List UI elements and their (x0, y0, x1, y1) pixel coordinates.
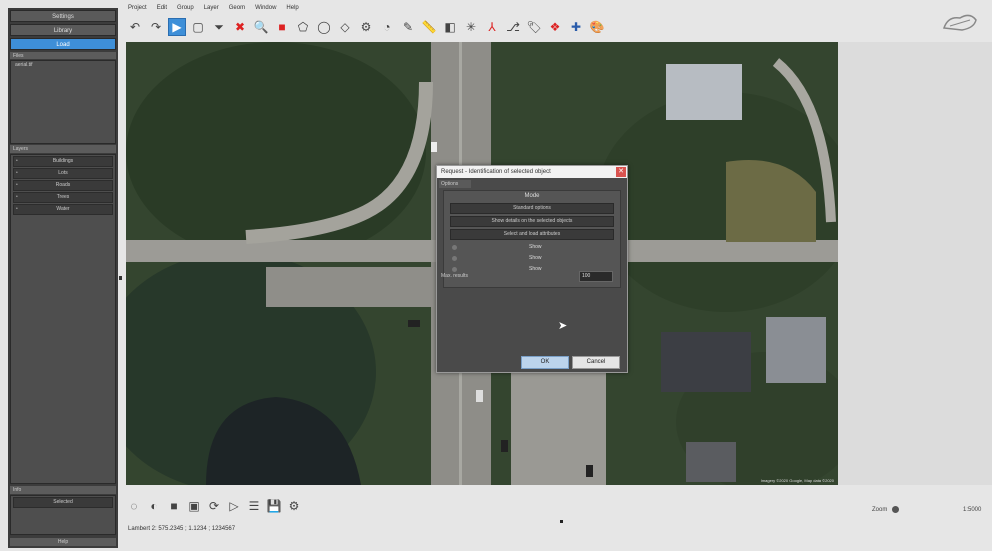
main-toolbar: ↶ ↷ ▶ ▢ ⏷ ✖ 🔍 ■ ⬠ ◯ ◇ ⚙ ◔ ✎ 📏 ◧ ✳ ⅄ ⎇ 🏷 ❖ ✚ 🎨 (126, 16, 606, 38)
menu-help[interactable]: Help (286, 5, 298, 15)
map-attribution: Imagery ©2020 Google, Map data ©2020 (760, 478, 834, 483)
mouse-cursor-icon: ➤ (558, 320, 568, 332)
radio-icon[interactable] (452, 256, 457, 261)
standard-options-button[interactable]: Standard options (450, 203, 614, 214)
menu-group[interactable]: Group (177, 5, 194, 15)
left-panel: Settings Library Load Files aerial.tif L… (8, 8, 118, 548)
bottom-toolbar: ◌ ◐ ■ ▣ ⟳ ▷ ☰ 💾 ⚙ (126, 494, 302, 518)
dialog-title: Request - Identification of selected obj… (441, 169, 551, 175)
scale-readout: 1:5000 (963, 507, 982, 513)
max-results-row: Max. results 100 (441, 270, 621, 282)
tag-icon[interactable]: 🏷 (525, 18, 543, 36)
bullet-icon: • (16, 170, 18, 176)
layer-item[interactable]: • Buildings (13, 156, 113, 167)
files-list[interactable]: aerial.tif (10, 60, 116, 144)
rectangle-select-icon[interactable]: ▢ (189, 18, 207, 36)
center-marker (560, 520, 563, 523)
menu-window[interactable]: Window (255, 5, 276, 15)
layer-item[interactable]: • Roads (13, 180, 113, 191)
settings-icon[interactable]: ⚙ (286, 498, 302, 514)
ruler-icon[interactable]: 📏 (420, 18, 438, 36)
bullet-icon: • (16, 182, 18, 188)
help-footer[interactable]: Help (10, 538, 116, 546)
globe-icon[interactable]: ◐ (146, 498, 162, 514)
undo-icon[interactable]: ↶ (126, 18, 144, 36)
close-icon[interactable]: ✕ (616, 167, 626, 177)
radio-option[interactable]: Show (444, 242, 620, 253)
tab-options[interactable]: Options (439, 180, 471, 188)
panel-splitter[interactable] (119, 276, 122, 280)
pdf-export-icon[interactable]: ⅄ (483, 18, 501, 36)
app-logo (940, 8, 980, 36)
select-attributes-button[interactable]: Select and load attributes (450, 229, 614, 240)
zoom-icon[interactable]: 🔍 (252, 18, 270, 36)
files-header: Files (10, 52, 116, 59)
gear-tool-icon[interactable]: ⚙ (357, 18, 375, 36)
selected-button[interactable]: Selected (13, 497, 113, 508)
group-title: Mode (524, 193, 540, 199)
layers-list[interactable]: • Buildings • Lots • Roads • Trees • Water (10, 154, 116, 484)
layers-header: Layers (10, 145, 116, 153)
layer-item[interactable]: • Water (13, 204, 113, 215)
radio-icon[interactable] (452, 245, 457, 250)
bullet-icon: • (16, 158, 18, 164)
file-item[interactable]: aerial.tif (11, 61, 115, 69)
coordinates-status: Lambert 2: 575.2345 ; 1.1234 ; 1234567 (128, 526, 236, 532)
split-icon[interactable]: ◧ (441, 18, 459, 36)
refresh-icon[interactable]: ⟳ (206, 498, 222, 514)
max-results-label: Max. results (441, 273, 468, 279)
logo-icon (942, 14, 977, 31)
clock-tool-icon[interactable]: ◔ (378, 18, 396, 36)
polygon-icon[interactable]: ⬠ (294, 18, 312, 36)
info-panel: Selected (10, 495, 116, 535)
list-icon[interactable]: ☰ (246, 498, 262, 514)
node-icon[interactable]: ✳ (462, 18, 480, 36)
menu-project[interactable]: Project (128, 5, 147, 15)
max-results-input[interactable]: 100 (579, 271, 613, 282)
cancel-button[interactable]: Cancel (572, 356, 620, 369)
bullet-icon: • (16, 194, 18, 200)
zoom-indicator-icon[interactable] (892, 506, 899, 513)
play-icon[interactable]: ▷ (226, 498, 242, 514)
circle-tool-icon[interactable]: ◯ (315, 18, 333, 36)
menu-layer[interactable]: Layer (204, 5, 219, 15)
stop-icon[interactable]: ■ (273, 18, 291, 36)
right-panel (838, 42, 992, 485)
show-details-button[interactable]: Show details on the selected objects (450, 216, 614, 227)
menu-edit[interactable]: Edit (157, 5, 167, 15)
save-icon[interactable]: 💾 (266, 498, 282, 514)
menu-bar: Project Edit Group Layer Geom Window Hel… (128, 5, 299, 15)
menu-geom[interactable]: Geom (229, 5, 245, 15)
settings-button[interactable]: Settings (10, 10, 116, 22)
draw-line-icon[interactable]: ✎ (399, 18, 417, 36)
layer-item[interactable]: • Lots (13, 168, 113, 179)
load-button[interactable]: Load (10, 38, 116, 50)
radio-option[interactable]: Show (444, 253, 620, 264)
bullet-icon: • (16, 206, 18, 212)
info-header: Info (10, 486, 116, 494)
branch-icon[interactable]: ⎇ (504, 18, 522, 36)
layers-icon[interactable]: ❖ (546, 18, 564, 36)
dialog-title-bar[interactable]: Request - Identification of selected obj… (437, 166, 627, 178)
palette-icon[interactable]: 🎨 (588, 18, 606, 36)
diamond-tool-icon[interactable]: ◇ (336, 18, 354, 36)
screenshot-icon[interactable]: ▣ (186, 498, 202, 514)
redo-icon[interactable]: ↷ (147, 18, 165, 36)
crosshair-icon[interactable]: ✚ (567, 18, 585, 36)
delete-icon[interactable]: ✖ (231, 18, 249, 36)
select-arrow-icon[interactable]: ▶ (168, 18, 186, 36)
zoom-label: Zoom (872, 507, 888, 513)
ok-button[interactable]: OK (521, 356, 569, 369)
layer-item[interactable]: • Trees (13, 192, 113, 203)
filter-icon[interactable]: ⏷ (210, 18, 228, 36)
square-stop-icon[interactable]: ■ (166, 498, 182, 514)
library-button[interactable]: Library (10, 24, 116, 36)
identify-dialog: Request - Identification of selected obj… (436, 165, 628, 373)
circle-select-icon[interactable]: ◌ (126, 498, 142, 514)
